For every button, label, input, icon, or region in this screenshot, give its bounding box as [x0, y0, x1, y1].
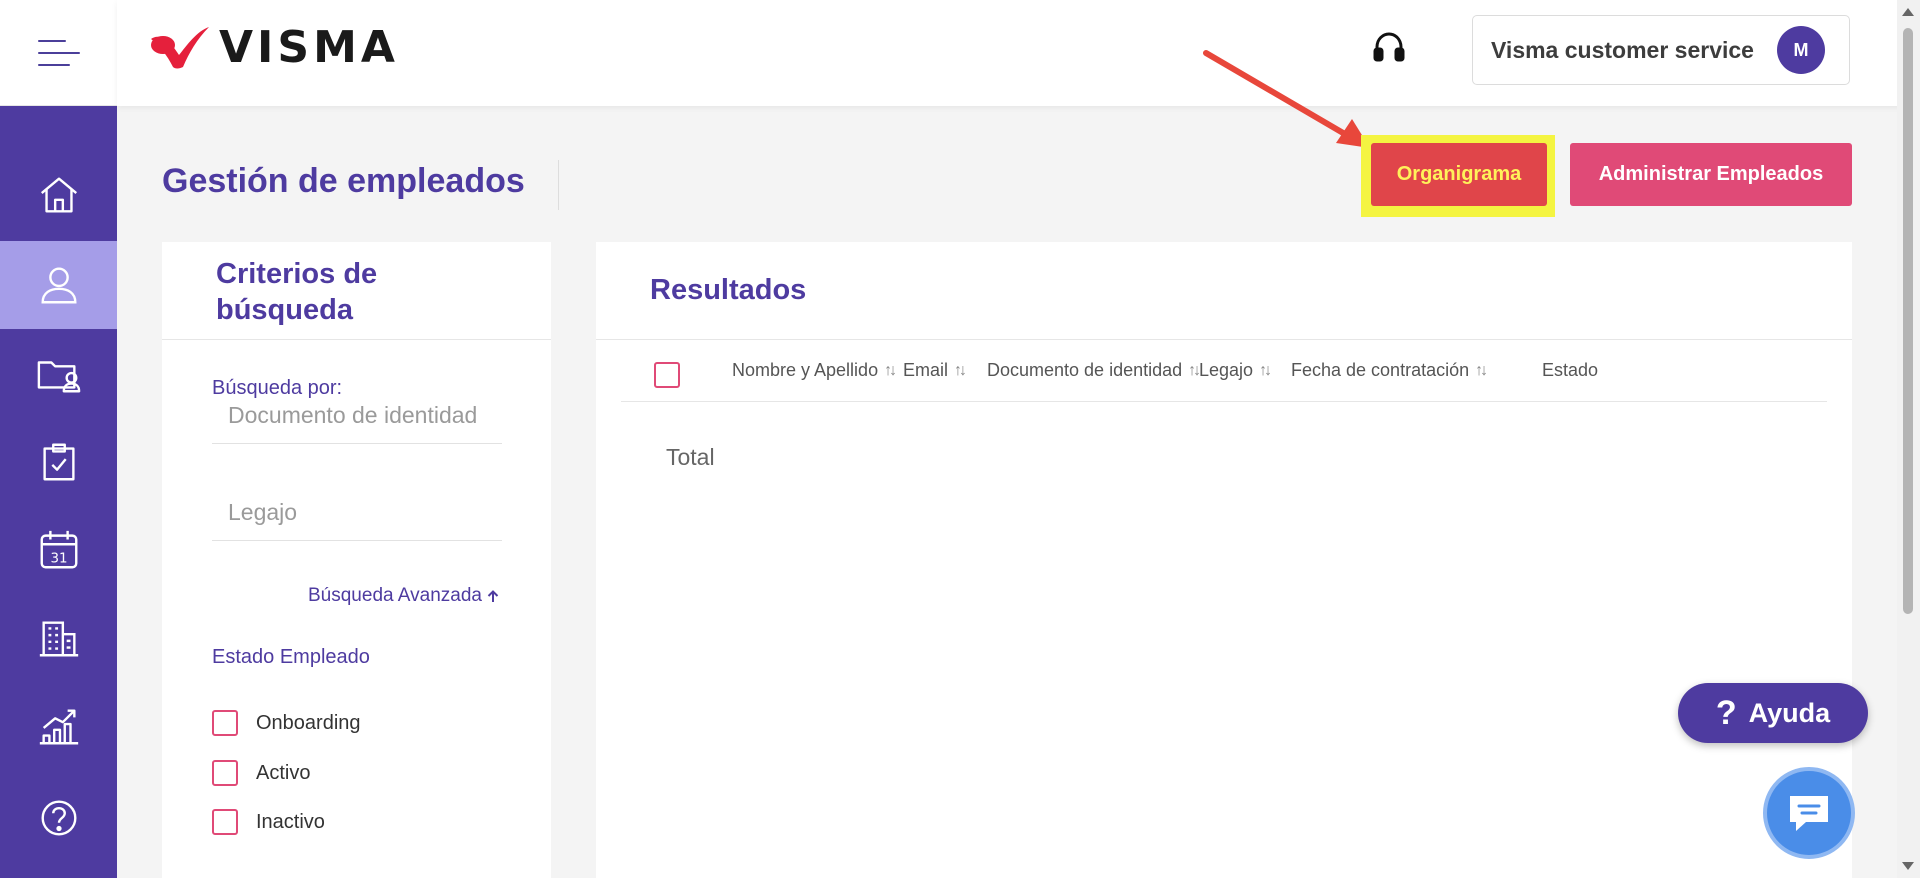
onboarding-label: Onboarding	[256, 711, 361, 734]
search-panel-title: Criterios de búsqueda	[216, 258, 378, 326]
svg-text:31: 31	[50, 551, 67, 566]
results-panel: Resultados Nombre y Apellido ↑↓ Email ↑↓…	[596, 242, 1852, 878]
visma-swoosh-icon	[151, 26, 209, 68]
column-documento-label: Documento de identidad	[987, 360, 1183, 380]
user-menu[interactable]: Visma customer service M	[1472, 15, 1850, 85]
question-icon: ?	[1715, 693, 1737, 732]
user-name: Visma customer service	[1491, 36, 1754, 63]
column-email-label: Email	[903, 360, 949, 380]
chat-button[interactable]	[1763, 767, 1855, 859]
page-title: Gestión de empleados	[162, 162, 525, 200]
visma-logo[interactable]: VISMA	[149, 22, 399, 73]
legajo-field	[212, 485, 502, 541]
sort-icon: ↑↓	[1188, 361, 1201, 379]
employee-folder-icon	[37, 361, 80, 393]
brand-wordmark: VISMA	[219, 22, 399, 73]
nav-help[interactable]	[0, 774, 117, 862]
chart-growth-icon	[39, 709, 78, 745]
document-id-field	[212, 388, 502, 444]
search-panel-header: Criterios de búsqueda	[162, 242, 551, 340]
column-legajo[interactable]: Legajo ↑↓	[1199, 360, 1272, 381]
column-nombre-label: Nombre y Apellido	[732, 360, 879, 380]
scroll-up-icon[interactable]	[1902, 8, 1914, 16]
column-fecha[interactable]: Fecha de contratación ↑↓	[1291, 360, 1488, 381]
nav-calendar[interactable]: 31	[0, 506, 117, 594]
select-all-checkbox[interactable]	[654, 362, 680, 388]
legajo-input[interactable]	[212, 485, 502, 540]
column-fecha-label: Fecha de contratación	[1291, 360, 1470, 380]
results-total: Total	[666, 444, 715, 470]
activo-label: Activo	[256, 761, 311, 784]
nav-employee-files[interactable]	[0, 330, 117, 418]
status-option-activo[interactable]: Activo	[212, 760, 310, 786]
building-icon	[39, 621, 78, 657]
nav-reports[interactable]	[0, 682, 117, 770]
column-estado[interactable]: Estado	[1542, 360, 1598, 381]
search-criteria-panel: Criterios de búsqueda Búsqueda por: Búsq…	[162, 242, 551, 878]
user-icon	[41, 267, 76, 304]
nav-tasks[interactable]	[0, 418, 117, 506]
column-nombre[interactable]: Nombre y Apellido ↑↓	[732, 360, 897, 381]
activo-checkbox[interactable]	[212, 760, 238, 786]
status-option-onboarding[interactable]: Onboarding	[212, 710, 361, 736]
rail-top	[0, 0, 117, 106]
scroll-thumb[interactable]	[1903, 28, 1913, 614]
onboarding-checkbox[interactable]	[212, 710, 238, 736]
avatar: M	[1777, 26, 1825, 74]
sort-icon: ↑↓	[954, 361, 967, 379]
page-scrollbar[interactable]	[1897, 0, 1920, 878]
column-legajo-label: Legajo	[1199, 360, 1254, 380]
menu-toggle-icon[interactable]	[38, 40, 82, 66]
nav-employees[interactable]	[0, 241, 117, 329]
results-title: Resultados	[650, 274, 807, 306]
employee-status-label: Estado Empleado	[212, 646, 370, 668]
administrar-empleados-button[interactable]: Administrar Empleados	[1570, 143, 1852, 206]
chat-bubble-icon	[1790, 796, 1828, 831]
arrow-up-icon	[488, 590, 499, 602]
column-email[interactable]: Email ↑↓	[903, 360, 967, 381]
calendar-icon: 31	[40, 530, 77, 569]
organigrama-button[interactable]: Organigrama	[1371, 143, 1547, 206]
nav-home[interactable]	[0, 151, 117, 239]
document-id-input[interactable]	[212, 388, 502, 443]
column-documento[interactable]: Documento de identidad ↑↓	[987, 360, 1201, 381]
inactivo-checkbox[interactable]	[212, 809, 238, 835]
help-circle-icon	[41, 800, 76, 836]
sort-icon: ↑↓	[884, 361, 897, 379]
help-label: Ayuda	[1748, 697, 1831, 728]
sort-icon: ↑↓	[1259, 361, 1272, 379]
inactivo-label: Inactivo	[256, 810, 325, 833]
home-icon	[40, 177, 77, 213]
clipboard-check-icon	[42, 443, 75, 481]
advanced-search-link[interactable]: Búsqueda Avanzada	[308, 585, 499, 607]
results-header: Resultados	[596, 242, 1852, 340]
help-button[interactable]: ? Ayuda	[1678, 683, 1868, 743]
sort-icon: ↑↓	[1475, 361, 1488, 379]
side-nav: 31	[0, 106, 117, 878]
top-header: VISMA Visma customer service M	[117, 0, 1920, 106]
status-option-inactivo[interactable]: Inactivo	[212, 809, 325, 835]
annotation-arrow-icon	[1203, 50, 1370, 148]
advanced-search-label: Búsqueda Avanzada	[308, 585, 482, 606]
column-estado-label: Estado	[1542, 360, 1599, 380]
nav-company[interactable]	[0, 594, 117, 682]
results-table-header: Nombre y Apellido ↑↓ Email ↑↓ Documento …	[621, 340, 1827, 402]
scroll-down-icon[interactable]	[1902, 862, 1914, 870]
title-divider	[558, 160, 559, 210]
